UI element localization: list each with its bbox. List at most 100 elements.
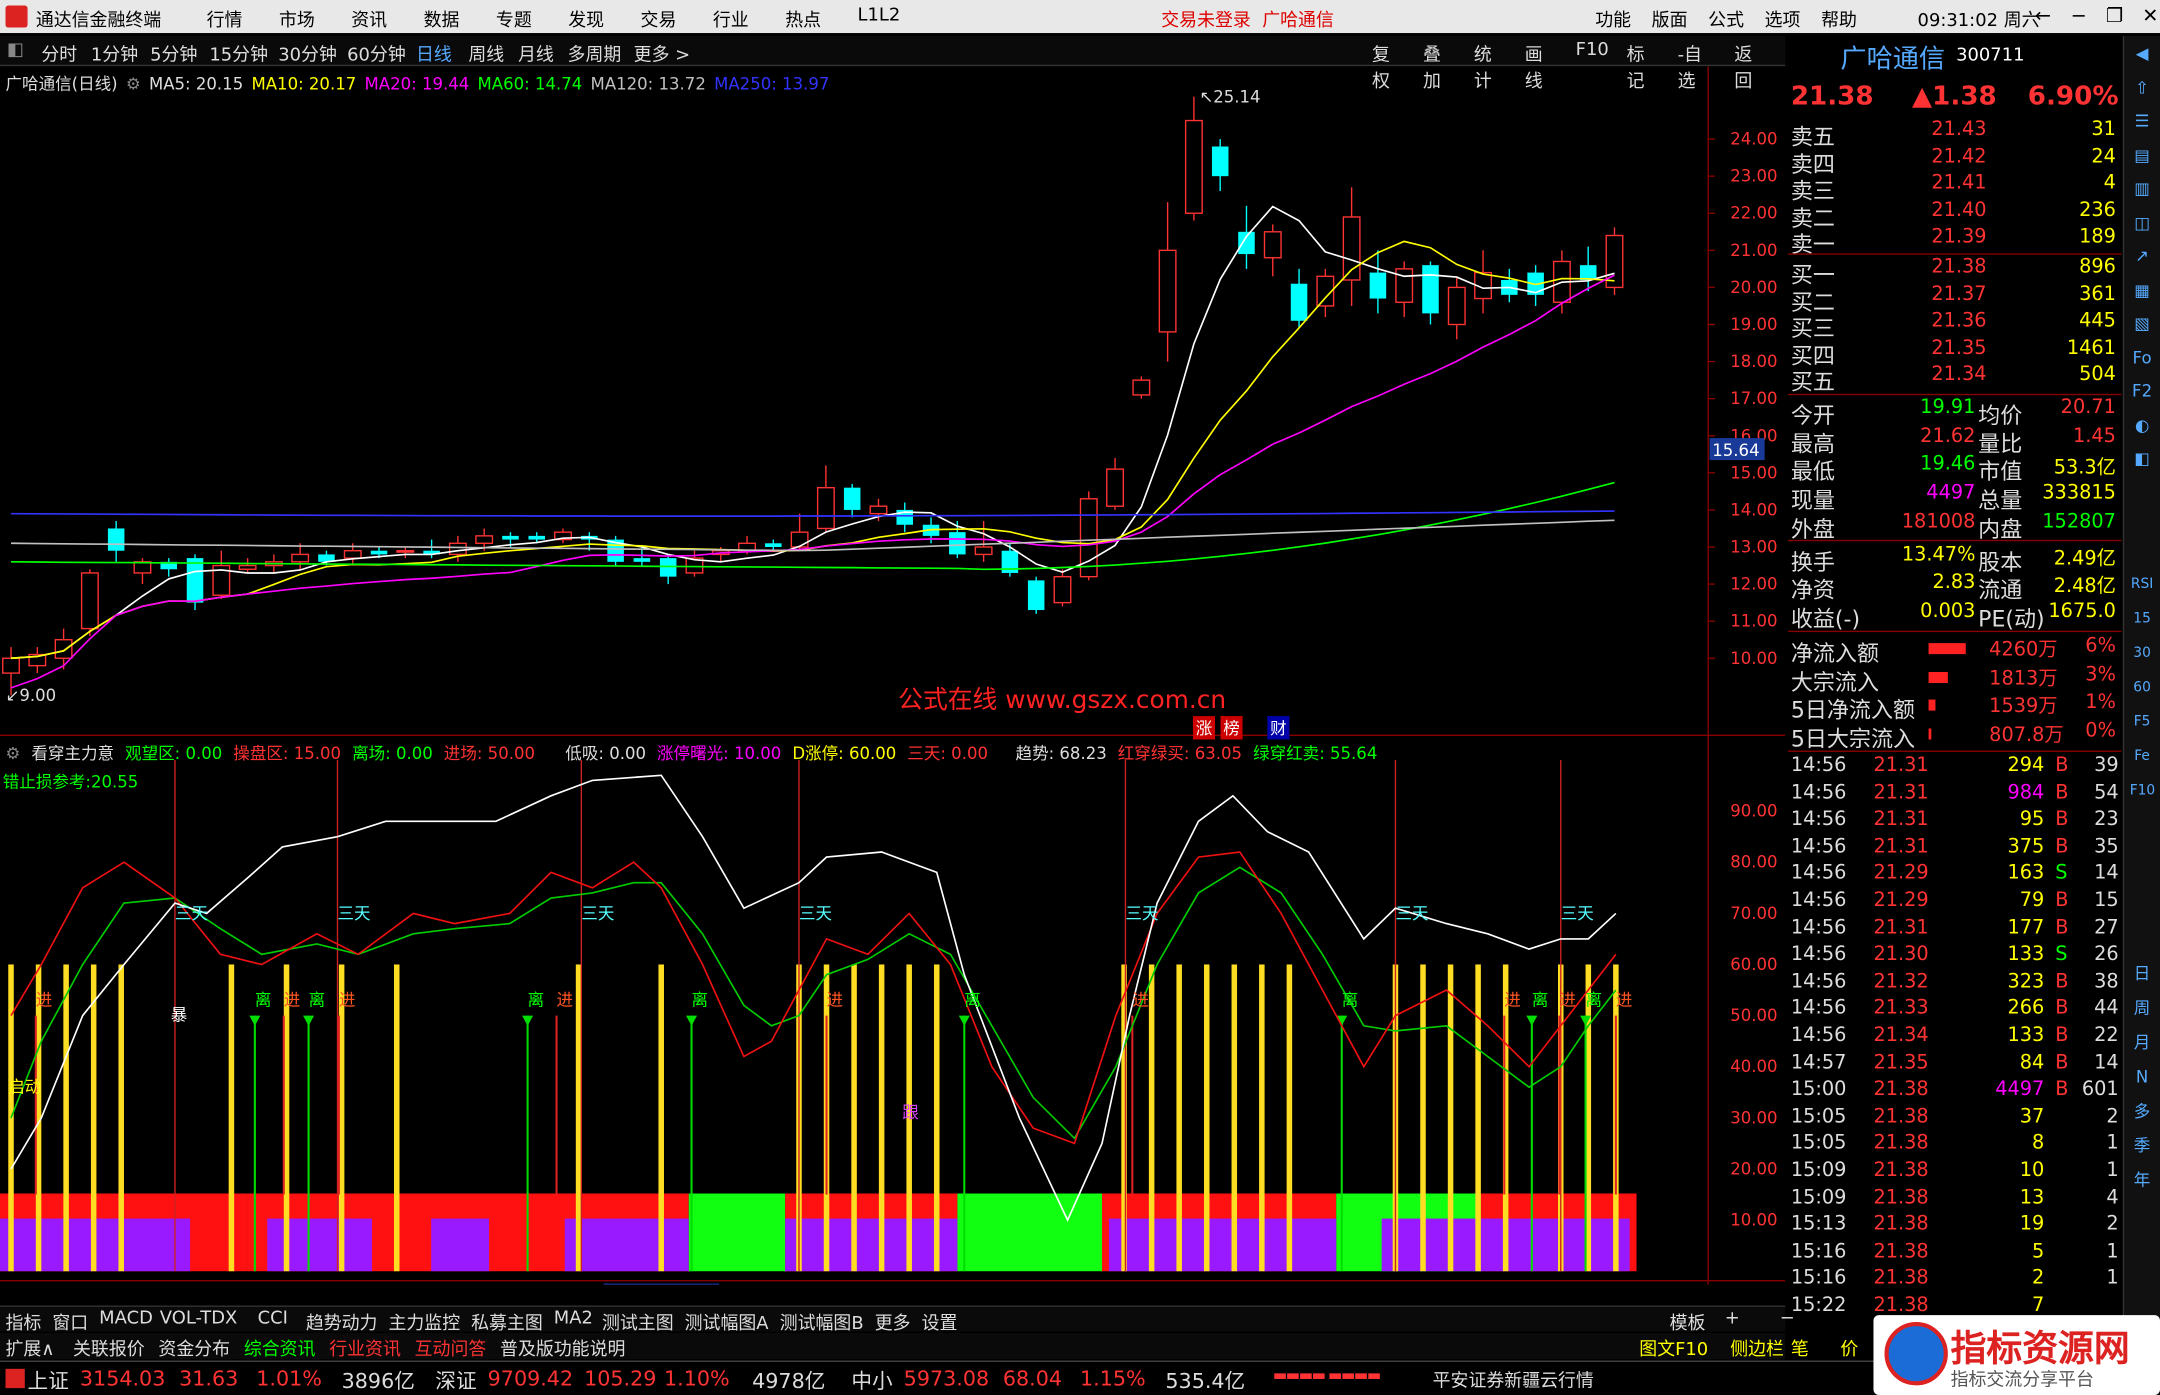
ind-tab-2[interactable]: MACD bbox=[99, 1308, 153, 1329]
minimize-icon[interactable]: − bbox=[2061, 0, 2097, 33]
orderbook-row[interactable]: 买二 21.37 361 bbox=[1788, 283, 2121, 315]
ind-tab-4[interactable]: CCI bbox=[258, 1308, 288, 1329]
ext-tab-2[interactable]: 资金分布 bbox=[158, 1334, 230, 1361]
ind-tab-7[interactable]: 私募主图 bbox=[471, 1308, 543, 1335]
orderbook-row[interactable]: 卖四 21.42 24 bbox=[1788, 145, 2121, 177]
sh-name[interactable]: 上证 bbox=[28, 1366, 69, 1395]
collapse-icon[interactable]: ◧ bbox=[7, 40, 24, 61]
orderbook-row[interactable]: 卖三 21.41 4 bbox=[1788, 172, 2121, 204]
sidebar-tool-icon[interactable]: F2 bbox=[2130, 379, 2155, 404]
sidebar-period[interactable]: 季 bbox=[2130, 1133, 2155, 1158]
sidebar-code[interactable]: 15 bbox=[2130, 607, 2155, 632]
sidebar-period[interactable]: 多 bbox=[2130, 1099, 2155, 1124]
menu-item-9[interactable]: L1L2 bbox=[858, 6, 930, 32]
period-tab-6[interactable]: 日线 bbox=[416, 40, 452, 66]
close-icon[interactable]: ✕ bbox=[2132, 0, 2160, 33]
period-tab-5[interactable]: 60分钟 bbox=[347, 40, 406, 66]
ext-tab-0[interactable]: 扩展∧ bbox=[6, 1334, 55, 1361]
ind-tab-8[interactable]: MA2 bbox=[554, 1308, 593, 1329]
sidebar-tool-icon[interactable]: ▤ bbox=[2130, 143, 2155, 168]
period-tab-1[interactable]: 1分钟 bbox=[91, 40, 138, 66]
sidebar-tool-icon[interactable]: ◀ bbox=[2130, 41, 2155, 66]
sidebar-tool-icon[interactable]: Fo bbox=[2130, 345, 2155, 370]
sidebar-code[interactable]: F5 bbox=[2130, 711, 2155, 736]
ext-right-0[interactable]: 图文F10 bbox=[1639, 1334, 1708, 1361]
ind-tab-10[interactable]: 测试幅图A bbox=[685, 1308, 769, 1335]
ind-tab-11[interactable]: 测试幅图B bbox=[780, 1308, 864, 1335]
sidebar-tool-icon[interactable]: ☰ bbox=[2130, 109, 2155, 134]
menu-item-5[interactable]: 发现 bbox=[568, 6, 640, 32]
sz-name[interactable]: 深证 bbox=[435, 1366, 476, 1395]
orderbook-row[interactable]: 卖五 21.43 31 bbox=[1788, 118, 2121, 150]
sidebar-code[interactable]: 30 bbox=[2130, 642, 2155, 667]
orderbook-row[interactable]: 买五 21.34 504 bbox=[1788, 364, 2121, 396]
ind-tab-5[interactable]: 趋势动力 bbox=[306, 1308, 378, 1335]
ind-tab-12[interactable]: 更多 bbox=[875, 1308, 911, 1335]
ind-tab-1[interactable]: 窗口 bbox=[52, 1308, 88, 1335]
ind-tab-right-0[interactable]: 模板 bbox=[1670, 1308, 1706, 1335]
right-menu-item-4[interactable]: 帮助 bbox=[1821, 6, 1877, 32]
ind-tab-3[interactable]: VOL-TDX bbox=[160, 1308, 238, 1329]
maximize-icon[interactable]: ❐ bbox=[2097, 0, 2133, 33]
ind-tab-0[interactable]: 指标 bbox=[6, 1308, 42, 1335]
sidebar-tool-icon[interactable]: ↗ bbox=[2130, 244, 2155, 269]
sidebar-period[interactable]: 年 bbox=[2130, 1168, 2155, 1193]
sidebar-code[interactable]: 60 bbox=[2130, 676, 2155, 701]
menu-item-2[interactable]: 资讯 bbox=[351, 6, 423, 32]
sidebar-code[interactable]: RSI bbox=[2130, 573, 2155, 598]
ind-tab-9[interactable]: 测试主图 bbox=[602, 1308, 674, 1335]
sidebar-tool-icon[interactable]: ▦ bbox=[2130, 277, 2155, 302]
orderbook-row[interactable]: 卖二 21.40 236 bbox=[1788, 199, 2121, 231]
period-tab-8[interactable]: 月线 bbox=[518, 40, 554, 66]
event-tag-cai[interactable]: 财 bbox=[1267, 716, 1290, 740]
ind-settings-icon[interactable]: ⚙ bbox=[6, 743, 21, 762]
period-tab-4[interactable]: 30分钟 bbox=[278, 40, 337, 66]
settings-icon[interactable]: ⚙ bbox=[126, 74, 141, 93]
ind-tab-6[interactable]: 主力监控 bbox=[388, 1308, 460, 1335]
ext-tab-4[interactable]: 行业资讯 bbox=[329, 1334, 401, 1361]
period-tab-3[interactable]: 15分钟 bbox=[209, 40, 268, 66]
sidebar-tool-icon[interactable]: ◐ bbox=[2130, 412, 2155, 437]
sidebar-period[interactable]: 日 bbox=[2130, 961, 2155, 986]
login-status[interactable]: 交易未登录 广哈通信 bbox=[1161, 6, 1334, 32]
period-tab-7[interactable]: 周线 bbox=[468, 40, 504, 66]
sidebar-period[interactable]: 月 bbox=[2130, 1030, 2155, 1055]
menu-item-0[interactable]: 行情 bbox=[207, 6, 279, 32]
event-tag-zhang[interactable]: 涨 bbox=[1192, 716, 1216, 740]
sidebar-tool-icon[interactable]: ▥ bbox=[2130, 176, 2155, 201]
menu-item-4[interactable]: 专题 bbox=[496, 6, 568, 32]
sidebar-tool-icon[interactable]: ⇧ bbox=[2130, 75, 2155, 100]
ext-tab-1[interactable]: 关联报价 bbox=[73, 1334, 145, 1361]
menu-item-1[interactable]: 市场 bbox=[279, 6, 351, 32]
right-menu-item-0[interactable]: 功能 bbox=[1595, 6, 1651, 32]
sidebar-code[interactable]: Fe bbox=[2130, 745, 2155, 770]
orderbook-row[interactable]: 买一 21.38 896 bbox=[1788, 256, 2121, 288]
period-tab-2[interactable]: 5分钟 bbox=[150, 40, 197, 66]
ind-tab-right-1[interactable]: + bbox=[1725, 1308, 1740, 1329]
kline-chart[interactable]: 三天 三天 三天 三天 三天 三天 三天进进进进进进进进进离离离离离离离离暴启动跟 24.0… bbox=[0, 66, 1786, 1285]
orderbook-row[interactable]: 买四 21.35 1461 bbox=[1788, 337, 2121, 369]
trade-login-label[interactable]: 交易未登录 bbox=[1161, 11, 1251, 32]
menu-item-3[interactable]: 数据 bbox=[424, 6, 496, 32]
sidebar-tool-icon[interactable]: ◧ bbox=[2130, 446, 2155, 471]
ext-tab-6[interactable]: 普及版功能说明 bbox=[500, 1334, 625, 1361]
back-icon[interactable]: ← bbox=[2025, 0, 2061, 33]
event-tag-bang[interactable]: 榜 bbox=[1220, 716, 1243, 740]
menu-item-6[interactable]: 交易 bbox=[641, 6, 713, 32]
orderbook-row[interactable]: 卖一 21.39 189 bbox=[1788, 226, 2121, 258]
sidebar-tool-icon[interactable]: ◫ bbox=[2130, 210, 2155, 235]
sidebar-code[interactable]: F10 bbox=[2130, 779, 2155, 804]
right-menu-item-1[interactable]: 版面 bbox=[1652, 6, 1708, 32]
period-tab-9[interactable]: 多周期 bbox=[568, 40, 622, 66]
menu-item-8[interactable]: 热点 bbox=[785, 6, 857, 32]
chart-area[interactable]: 三天 三天 三天 三天 三天 三天 三天进进进进进进进进进离离离离离离离离暴启动跟 24.0… bbox=[0, 66, 1786, 1285]
ext-tab-3[interactable]: 综合资讯 bbox=[244, 1334, 316, 1361]
right-menu-item-2[interactable]: 公式 bbox=[1708, 6, 1764, 32]
sidebar-period[interactable]: 周 bbox=[2130, 996, 2155, 1021]
period-tab-0[interactable]: 分时 bbox=[41, 40, 77, 66]
zx-name[interactable]: 中小 bbox=[851, 1366, 892, 1395]
ind-tab-13[interactable]: 设置 bbox=[922, 1308, 958, 1335]
sidebar-period[interactable]: N bbox=[2130, 1064, 2155, 1089]
period-tab-10[interactable]: 更多 > bbox=[634, 40, 691, 66]
ext-tab-5[interactable]: 互动问答 bbox=[415, 1334, 487, 1361]
